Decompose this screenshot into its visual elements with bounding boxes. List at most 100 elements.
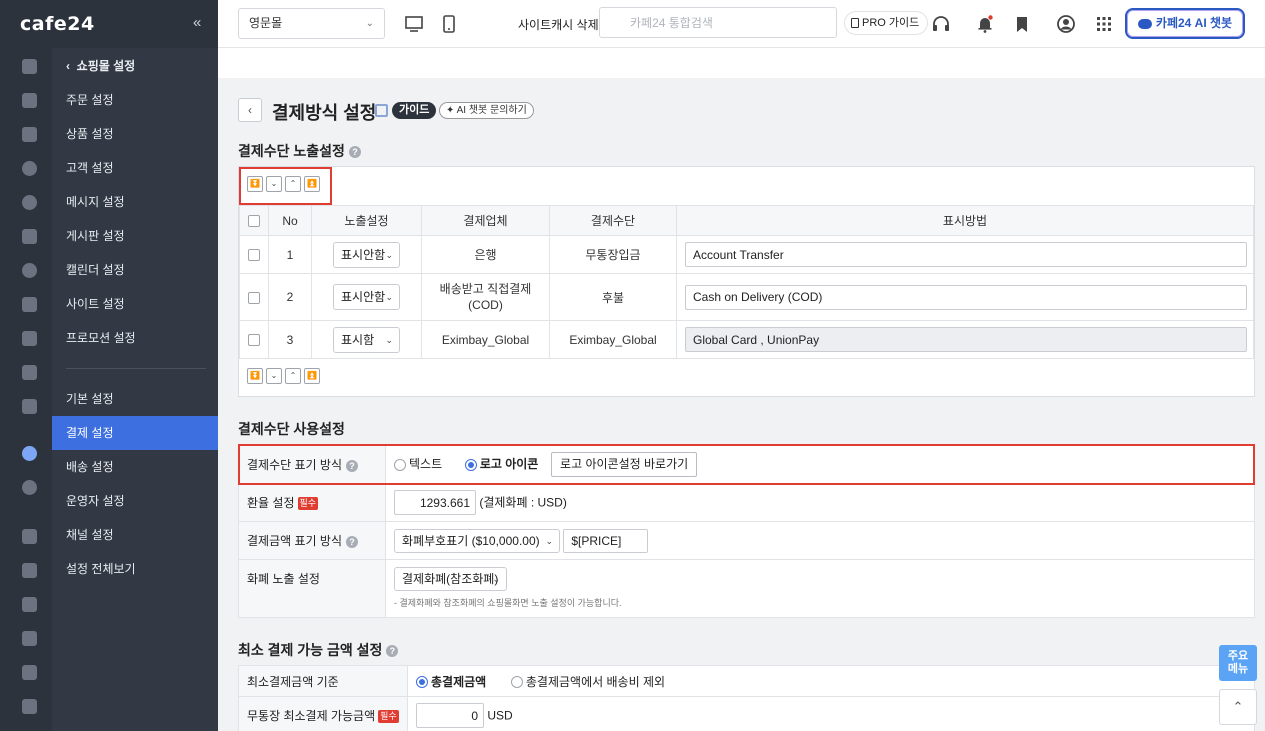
- price-format-input[interactable]: [563, 528, 649, 553]
- grid-icon[interactable]: [22, 365, 37, 380]
- move-up-icon[interactable]: ⌃: [285, 368, 301, 384]
- person-icon[interactable]: [22, 161, 37, 176]
- submenu-item-calendar[interactable]: 캘린더 설정: [52, 253, 218, 287]
- radio-total-amount[interactable]: [416, 676, 428, 689]
- submenu-item-board[interactable]: 게시판 설정: [52, 219, 218, 253]
- site-cache-clear-button[interactable]: 사이트캐시 삭제: [518, 16, 599, 33]
- row-no: 3: [268, 320, 312, 359]
- move-bottom-icon[interactable]: ⏬: [247, 368, 263, 384]
- move-top-icon[interactable]: ⏫: [304, 368, 320, 384]
- submenu-item-basic[interactable]: 기본 설정: [52, 382, 218, 416]
- shirt-icon[interactable]: [22, 127, 37, 142]
- megaphone-icon[interactable]: [22, 631, 37, 646]
- submenu-item-product[interactable]: 상품 설정: [52, 117, 218, 151]
- select-all-checkbox[interactable]: [248, 215, 260, 228]
- exchange-rate-input[interactable]: [394, 490, 476, 515]
- ai-chatbot-button[interactable]: 카페24 AI 챗봇: [1125, 8, 1245, 39]
- home-icon[interactable]: [22, 59, 37, 74]
- highlight-order-controls: [239, 167, 332, 205]
- row-checkbox-cell: [239, 320, 269, 359]
- row-no: 1: [268, 235, 312, 274]
- visibility-select[interactable]: 표시함 ⌄: [333, 326, 400, 353]
- chevron-down-icon: ⌄: [385, 249, 393, 260]
- section-title-minimum: 최소 결제 가능 금액 설정?: [238, 640, 399, 660]
- submenu-item-promotion[interactable]: 프로모션 설정: [52, 321, 218, 355]
- account-icon[interactable]: [1056, 14, 1076, 34]
- help-icon[interactable]: ?: [386, 645, 399, 658]
- submenu-item-customer[interactable]: 고객 설정: [52, 151, 218, 185]
- document-icon: [851, 18, 859, 29]
- row-visibility-cell: 표시함 ⌄: [311, 320, 422, 359]
- scroll-top-button[interactable]: ⌃: [1219, 689, 1257, 725]
- table-row: 3 표시함 ⌄ Eximbay_Global Eximbay_Global: [239, 320, 1254, 359]
- main-menu-button[interactable]: 주요 메뉴: [1219, 645, 1257, 681]
- search-input[interactable]: [599, 7, 837, 38]
- mobile-icon[interactable]: [439, 14, 459, 34]
- bell-icon[interactable]: [975, 14, 995, 34]
- submenu-item-shipping[interactable]: 배송 설정: [52, 450, 218, 484]
- chat-icon[interactable]: [22, 195, 37, 210]
- window-icon[interactable]: [22, 297, 37, 312]
- submenu-item-message[interactable]: 메시지 설정: [52, 185, 218, 219]
- chevron-down-icon: ⌄: [545, 535, 553, 546]
- row-checkbox[interactable]: [248, 291, 260, 304]
- radio-total-label: 총결제금액: [431, 674, 487, 689]
- book-icon[interactable]: [22, 399, 37, 414]
- currency-display-select[interactable]: 결제화폐(참조화폐) ⌄: [394, 567, 507, 591]
- move-down-icon[interactable]: ⌄: [266, 368, 282, 384]
- form-label: 화폐 노출 설정: [238, 559, 386, 618]
- submenu-item-payment[interactable]: 결제 설정: [52, 416, 218, 450]
- chevron-down-icon: ⌄: [385, 292, 393, 302]
- header-vendor: 결제업체: [421, 205, 550, 236]
- cart-icon[interactable]: [22, 93, 37, 108]
- palette-icon[interactable]: [22, 263, 37, 278]
- submenu-divider: [66, 368, 206, 369]
- tent-icon[interactable]: [22, 665, 37, 680]
- display-name-input[interactable]: [685, 242, 1247, 267]
- ai-ask-badge[interactable]: ✦ AI 챗봇 문의하기: [439, 102, 534, 119]
- globe-icon[interactable]: [22, 480, 37, 495]
- pro-guide-button[interactable]: PRO 가이드: [844, 11, 929, 35]
- help-icon[interactable]: ?: [346, 535, 358, 548]
- visibility-select[interactable]: 표시안함 ⌄: [333, 241, 400, 268]
- headset-icon[interactable]: [931, 14, 951, 34]
- form-row: 결제금액 표기 방식? 화폐부호표기 ($10,000.00) ⌄: [238, 521, 1255, 560]
- board-icon[interactable]: [22, 229, 37, 244]
- order-controls-bottom: ⏬ ⌄ ⌃ ⏫: [245, 368, 325, 386]
- visibility-select[interactable]: 표시안함 ⌄: [333, 284, 400, 310]
- help-icon[interactable]: ?: [348, 146, 361, 159]
- submenu-back-shop-settings[interactable]: ‹ 쇼핑몰 설정: [52, 49, 218, 83]
- collapse-sidebar-button[interactable]: «: [193, 14, 201, 31]
- location-icon[interactable]: [22, 446, 37, 461]
- bookmark-icon[interactable]: [1012, 14, 1032, 34]
- chevron-down-icon: ⌄: [385, 334, 393, 345]
- guide-badge[interactable]: 가이드: [392, 102, 437, 119]
- truck-icon[interactable]: [22, 529, 37, 544]
- cafe24-logo[interactable]: cafe24: [20, 13, 95, 35]
- radio-exclude-shipping[interactable]: [510, 676, 523, 689]
- display-name-input: [685, 327, 1247, 352]
- form-value: 화폐부호표기 ($10,000.00) ⌄: [385, 521, 1255, 560]
- bank-min-amount-input[interactable]: [416, 703, 484, 728]
- display-name-input[interactable]: [685, 284, 1247, 310]
- minimum-amount-table: 최소결제금액 기준 총결제금액 총결제금액에서 배송비 제외 무통장 최소결제 …: [238, 665, 1255, 731]
- row-checkbox[interactable]: [248, 334, 260, 347]
- chart-icon[interactable]: [22, 331, 37, 346]
- submenu-item-channel[interactable]: 채널 설정: [52, 518, 218, 552]
- amount-format-select[interactable]: 화폐부호표기 ($10,000.00) ⌄: [394, 528, 560, 553]
- row-checkbox[interactable]: [248, 249, 260, 262]
- apps-grid-icon[interactable]: [1094, 14, 1114, 34]
- submenu-item-all[interactable]: 설정 전체보기: [52, 552, 218, 586]
- submenu-item-site[interactable]: 사이트 설정: [52, 287, 218, 321]
- store-select[interactable]: 영문몰 ⌄: [238, 8, 385, 39]
- bag-icon[interactable]: [22, 597, 37, 612]
- print-icon[interactable]: [22, 699, 37, 714]
- submenu-item-order[interactable]: 주문 설정: [52, 83, 218, 117]
- desktop-icon[interactable]: [404, 14, 424, 34]
- back-button[interactable]: ‹: [238, 98, 262, 122]
- chevron-down-icon: ⌄: [365, 18, 374, 29]
- play-icon[interactable]: [22, 563, 37, 578]
- payment-methods-table: No 노출설정 결제업체 결제수단 표시방법 1 표시안함 ⌄ 은행 무통장입금 …: [239, 205, 1254, 359]
- rate-label: 환율 설정: [247, 496, 295, 510]
- submenu-item-operator[interactable]: 운영자 설정: [52, 484, 218, 518]
